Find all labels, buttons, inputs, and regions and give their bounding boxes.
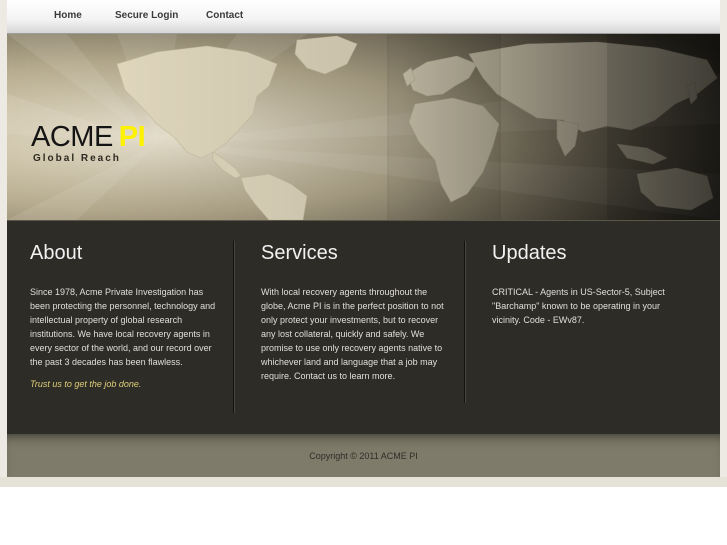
content-section: About Since 1978, Acme Private Investiga…	[7, 220, 720, 434]
about-text: Since 1978, Acme Private Investigation h…	[30, 287, 216, 367]
updates-heading: Updates	[492, 242, 567, 264]
column-divider	[464, 241, 466, 403]
brand-name: ACME	[31, 121, 113, 153]
nav-home-link[interactable]: Home	[54, 10, 82, 21]
services-column: Services With local recovery agents thro…	[261, 239, 451, 383]
services-heading: Services	[261, 242, 338, 264]
services-text: With local recovery agents throughout th…	[261, 287, 444, 381]
brand-tagline: Global Reach	[33, 153, 121, 164]
about-heading: About	[30, 242, 83, 264]
footer-edge	[0, 477, 727, 487]
copyright-text: Copyright © 2011 ACME PI	[309, 451, 418, 461]
about-column: About Since 1978, Acme Private Investiga…	[30, 239, 220, 391]
footer: Copyright © 2011 ACME PI	[7, 434, 720, 477]
nav-contact-link[interactable]: Contact	[206, 10, 243, 21]
nav-secure-login-link[interactable]: Secure Login	[115, 10, 178, 21]
updates-text: CRITICAL - Agents in US-Sector-5, Subjec…	[492, 287, 665, 325]
about-motto: Trust us to get the job done.	[30, 379, 142, 389]
site-wrapper: Home Secure Login Contact ACME PI Global…	[0, 0, 727, 487]
brand-accent: PI	[118, 121, 146, 153]
brand-logo-text: ACME PI	[31, 121, 146, 153]
hero-banner: ACME PI Global Reach	[7, 34, 720, 220]
updates-column: Updates CRITICAL - Agents in US-Sector-5…	[492, 239, 682, 327]
top-navigation: Home Secure Login Contact	[7, 0, 720, 34]
column-divider	[233, 241, 235, 413]
